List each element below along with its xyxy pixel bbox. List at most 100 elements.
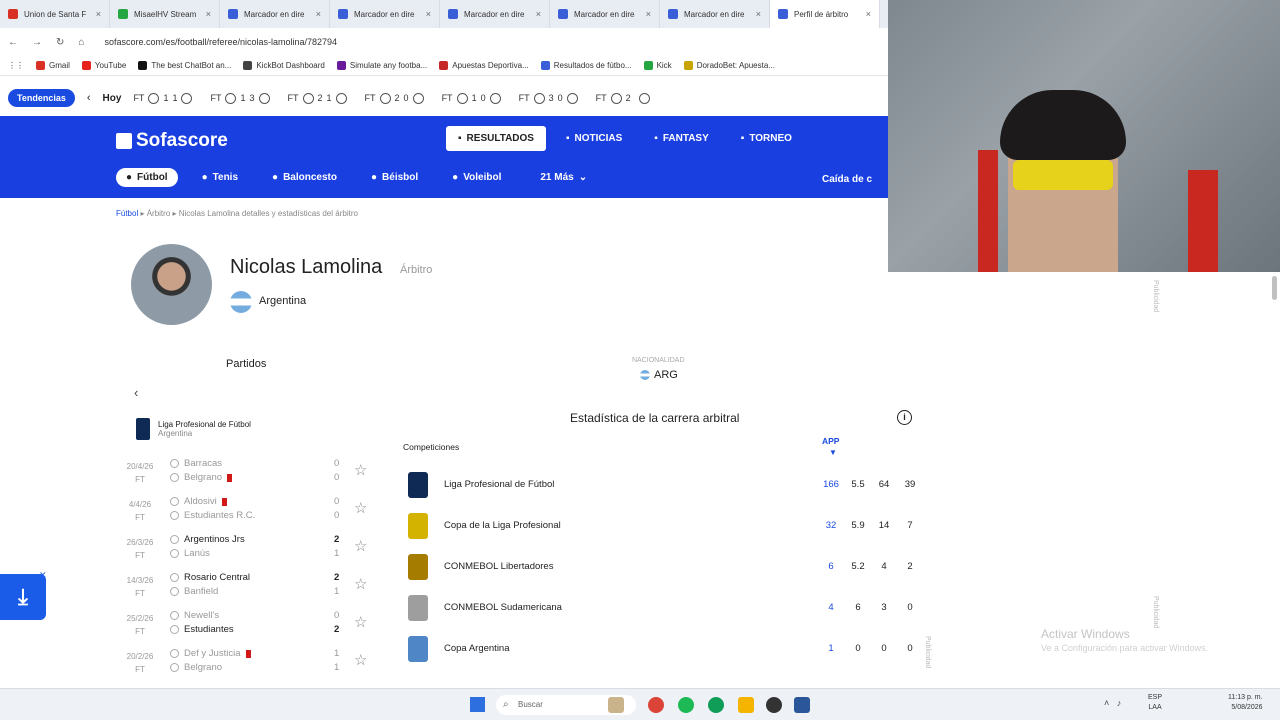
score-home: 2: [317, 93, 323, 103]
bookmark-item[interactable]: YouTube: [81, 61, 126, 70]
stats-row[interactable]: CONMEBOL Libertadores 6 5.2 4 2: [403, 552, 918, 582]
trending-match[interactable]: FT 2 0: [365, 92, 424, 104]
forward-icon[interactable]: →: [32, 37, 42, 48]
nav-fantasy[interactable]: ▪ FANTASY: [642, 126, 720, 151]
sport-tab[interactable]: ● Baloncesto: [262, 168, 347, 187]
match-row[interactable]: 20/2/26 FT Def y Justicia Belgrano 1 1 ☆: [120, 648, 380, 684]
app-column-header[interactable]: APP: [822, 436, 839, 446]
browser-tab[interactable]: Marcador en dire ×: [550, 0, 660, 28]
spotify-icon[interactable]: [678, 697, 694, 713]
sport-tab[interactable]: ● Tenis: [192, 168, 248, 187]
close-icon[interactable]: ×: [646, 9, 651, 19]
close-icon[interactable]: ×: [316, 9, 321, 19]
match-status: FT: [135, 475, 145, 484]
browser-tab[interactable]: Marcador en dire ×: [440, 0, 550, 28]
scrollbar-thumb[interactable]: [1272, 276, 1277, 300]
star-icon[interactable]: ☆: [354, 651, 367, 669]
bookmark-item[interactable]: Kick: [643, 61, 672, 70]
bookmark-label: Kick: [656, 61, 672, 70]
stats-row[interactable]: Liga Profesional de Fútbol 166 5.5 64 39: [403, 470, 918, 500]
close-icon[interactable]: ×: [426, 9, 431, 19]
apps-icon[interactable]: ⋮⋮: [8, 61, 24, 70]
windows-start-icon[interactable]: [470, 697, 485, 712]
url-input[interactable]: sofascore.com/es/football/referee/nicola…: [104, 37, 337, 47]
league-name: Liga Profesional de Fútbol: [158, 420, 251, 429]
trending-match[interactable]: FT 1 1: [133, 92, 193, 104]
star-icon[interactable]: ☆: [354, 537, 367, 555]
match-row[interactable]: 26/3/26 FT Argentinos Jrs Lanús 2 1 ☆: [120, 534, 380, 570]
match-row[interactable]: 14/3/26 FT Rosario Central Banfield 2 1 ☆: [120, 572, 380, 608]
team-crest-icon: [148, 92, 160, 104]
close-icon[interactable]: ×: [96, 9, 101, 19]
match-status: FT: [133, 93, 145, 103]
bookmark-item[interactable]: The best ChatBot an...: [138, 61, 231, 70]
trending-match[interactable]: FT 3 0: [519, 92, 578, 104]
sport-tab[interactable]: ● Fútbol: [116, 168, 178, 187]
star-icon[interactable]: ☆: [354, 575, 367, 593]
trending-match[interactable]: FT 1 0: [442, 92, 501, 104]
info-icon[interactable]: i: [897, 410, 912, 425]
score-away: 1: [172, 93, 178, 103]
windows-watermark-subtitle: Ve a Configuración para activar Windows.: [1041, 643, 1209, 653]
star-icon[interactable]: ☆: [354, 613, 367, 631]
trending-match[interactable]: FT 2 1: [288, 92, 347, 104]
star-icon[interactable]: ☆: [354, 461, 367, 479]
chevron-left-icon[interactable]: ‹: [134, 385, 138, 400]
file-explorer-icon[interactable]: [738, 697, 754, 713]
sport-tab[interactable]: 21 Más ⌄: [525, 168, 597, 187]
close-icon[interactable]: ×: [536, 9, 541, 19]
home-icon[interactable]: ⌂: [78, 37, 84, 48]
stats-row[interactable]: Copa de la Liga Profesional 32 5.9 14 7: [403, 511, 918, 541]
browser-tab[interactable]: Perfil de árbitro ×: [770, 0, 880, 28]
breadcrumb-arbitro[interactable]: Árbitro: [147, 209, 171, 218]
browser-tab[interactable]: Marcador en dire ×: [660, 0, 770, 28]
close-icon[interactable]: ✕: [39, 570, 47, 581]
bookmark-item[interactable]: Gmail: [36, 61, 70, 70]
chrome-icon[interactable]: [648, 697, 664, 713]
match-row[interactable]: 4/4/26 FT Aldosivi Estudiantes R.C. 0 0 ☆: [120, 496, 380, 532]
match-row[interactable]: 20/4/26 FT Barracas Belgrano 0 0 ☆: [120, 458, 380, 494]
back-icon[interactable]: ←: [8, 37, 18, 48]
reload-icon[interactable]: ↻: [56, 37, 64, 48]
trending-match[interactable]: FT 2: [596, 92, 650, 104]
star-icon[interactable]: ☆: [354, 499, 367, 517]
nav-noticias[interactable]: ▪ NOTICIAS: [554, 126, 634, 151]
sofascore-logo[interactable]: Sofascore: [116, 130, 228, 152]
team-crest-icon: [170, 663, 179, 672]
chrome-active-icon[interactable]: [708, 697, 724, 713]
trending-match[interactable]: FT 1 3: [210, 92, 270, 104]
clock[interactable]: 11:13 p. m. 5/08/2026: [1228, 693, 1263, 713]
bookmark-item[interactable]: Resultados de fútbo...: [540, 61, 632, 70]
score-home: 2: [394, 93, 400, 103]
close-icon[interactable]: ×: [206, 9, 211, 19]
sport-tab[interactable]: ● Voleibol: [442, 168, 511, 187]
news-widget-icon[interactable]: [608, 697, 624, 713]
windows-watermark-title: Activar Windows: [1041, 627, 1130, 641]
stats-row[interactable]: CONMEBOL Sudamericana 4 6 3 0: [403, 593, 918, 623]
close-icon[interactable]: ×: [866, 9, 871, 19]
bookmark-item[interactable]: Simulate any footba...: [336, 61, 427, 70]
close-icon[interactable]: ×: [756, 9, 761, 19]
bookmark-item[interactable]: KickBot Dashboard: [243, 61, 325, 70]
obs-icon[interactable]: [766, 697, 782, 713]
browser-tab[interactable]: Marcador en dire ×: [220, 0, 330, 28]
nav-resultados[interactable]: ▪ RESULTADOS: [446, 126, 546, 151]
chevron-left-icon[interactable]: ‹: [87, 92, 91, 104]
breadcrumb-futbol[interactable]: Fútbol: [116, 209, 138, 218]
system-tray[interactable]: ˄ ♪: [1104, 698, 1121, 708]
sport-tab[interactable]: ● Béisbol: [361, 168, 428, 187]
language-indicator[interactable]: ESP LAA: [1148, 693, 1162, 713]
match-row[interactable]: 25/2/26 FT Newell's Estudiantes 0 2 ☆: [120, 610, 380, 646]
word-icon[interactable]: [794, 697, 810, 713]
right-link[interactable]: Caída de c: [822, 174, 872, 185]
stats-row[interactable]: Copa Argentina 1 0 0 0: [403, 634, 918, 664]
browser-tab[interactable]: Marcador en dire ×: [330, 0, 440, 28]
league-header[interactable]: Liga Profesional de Fútbol Argentina: [136, 418, 251, 440]
bookmark-item[interactable]: DoradoBet: Apuesta...: [683, 61, 775, 70]
trending-button[interactable]: Tendencias: [8, 89, 75, 107]
bookmark-item[interactable]: Apuestas Deportiva...: [439, 61, 529, 70]
browser-tab[interactable]: MisaelHV Stream ×: [110, 0, 220, 28]
match-status: FT: [210, 93, 222, 103]
nav-torneo[interactable]: ▪ TORNEO: [729, 126, 804, 151]
browser-tab[interactable]: Union de Santa F ×: [0, 0, 110, 28]
